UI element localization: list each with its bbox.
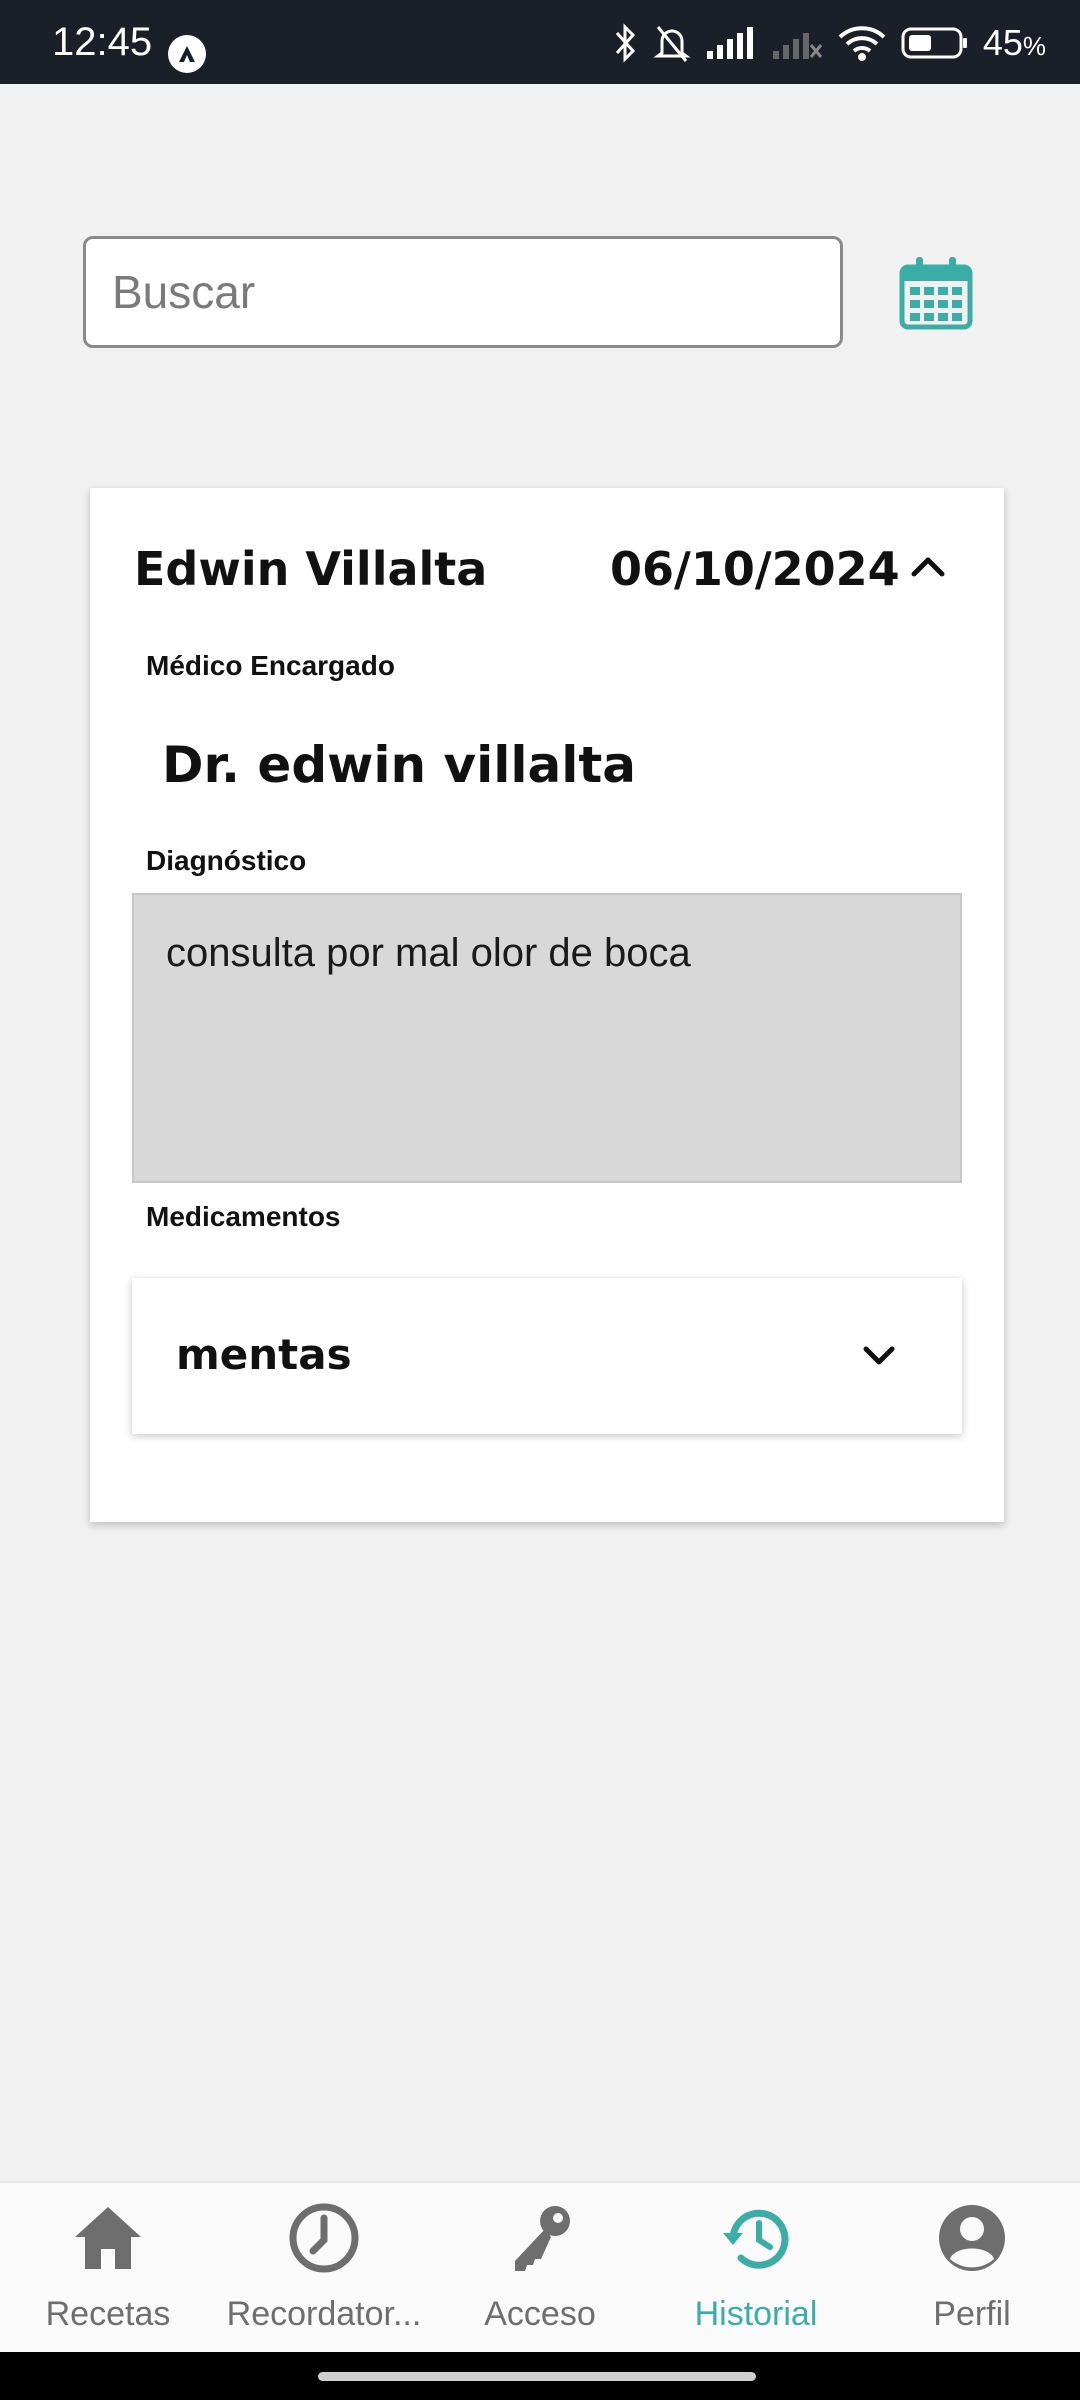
medication-item[interactable]: mentas [132,1278,962,1434]
bluetooth-icon [615,23,635,63]
calendar-icon[interactable] [898,255,974,331]
bell-muted-icon [653,26,691,62]
status-time: 12:45 [52,20,153,64]
doctor-label: Médico Encargado [146,650,395,681]
nav-item-historial[interactable]: Historial [648,2183,864,2354]
history-icon [723,2209,789,2269]
search-box[interactable] [83,236,843,348]
wifi-icon [838,26,886,61]
record-date: 06/10/2024 [610,542,900,596]
status-icons: 45% [611,20,1046,66]
history-record-card: Edwin Villalta 06/10/2024 Médico Encarga… [90,488,1004,1522]
nav-label-acceso: Acceso [484,2295,596,2333]
battery-percent: 45% [982,22,1046,63]
doctor-name: Dr. edwin villalta [162,736,636,794]
status-bar: 12:45 45% [0,0,1080,84]
home-gesture-handle[interactable] [318,2372,756,2381]
key-icon [515,2206,570,2271]
app-notification-icon [168,35,206,73]
nav-item-perfil[interactable]: Perfil [864,2183,1080,2354]
chevron-down-icon[interactable] [852,1328,906,1382]
medications-label: Medicamentos [146,1201,341,1232]
signal-icon [706,27,753,59]
signal-no-service-icon [772,33,822,59]
chevron-up-icon[interactable] [900,540,956,596]
nav-item-acceso[interactable]: Acceso [432,2183,648,2354]
bottom-navigation: Recetas Recordator... Acceso Historial P… [0,2181,1080,2354]
nav-label-recetas: Recetas [45,2295,171,2333]
gesture-bar [0,2352,1080,2400]
diagnosis-text: consulta por mal olor de boca [132,893,962,1183]
profile-icon [939,2205,1005,2271]
battery-icon [901,27,967,59]
nav-label-perfil: Perfil [933,2295,1011,2333]
search-input[interactable] [86,239,840,345]
nav-label-historial: Historial [694,2295,818,2333]
nav-label-recordatorios: Recordator... [226,2295,422,2333]
home-icon [75,2207,141,2269]
nav-item-recetas[interactable]: Recetas [0,2183,216,2354]
nav-item-recordatorios[interactable]: Recordator... [216,2183,432,2354]
patient-name: Edwin Villalta [134,542,488,596]
clock-icon [289,2203,359,2273]
medication-name: mentas [176,1330,352,1379]
diagnosis-label: Diagnóstico [146,845,307,876]
